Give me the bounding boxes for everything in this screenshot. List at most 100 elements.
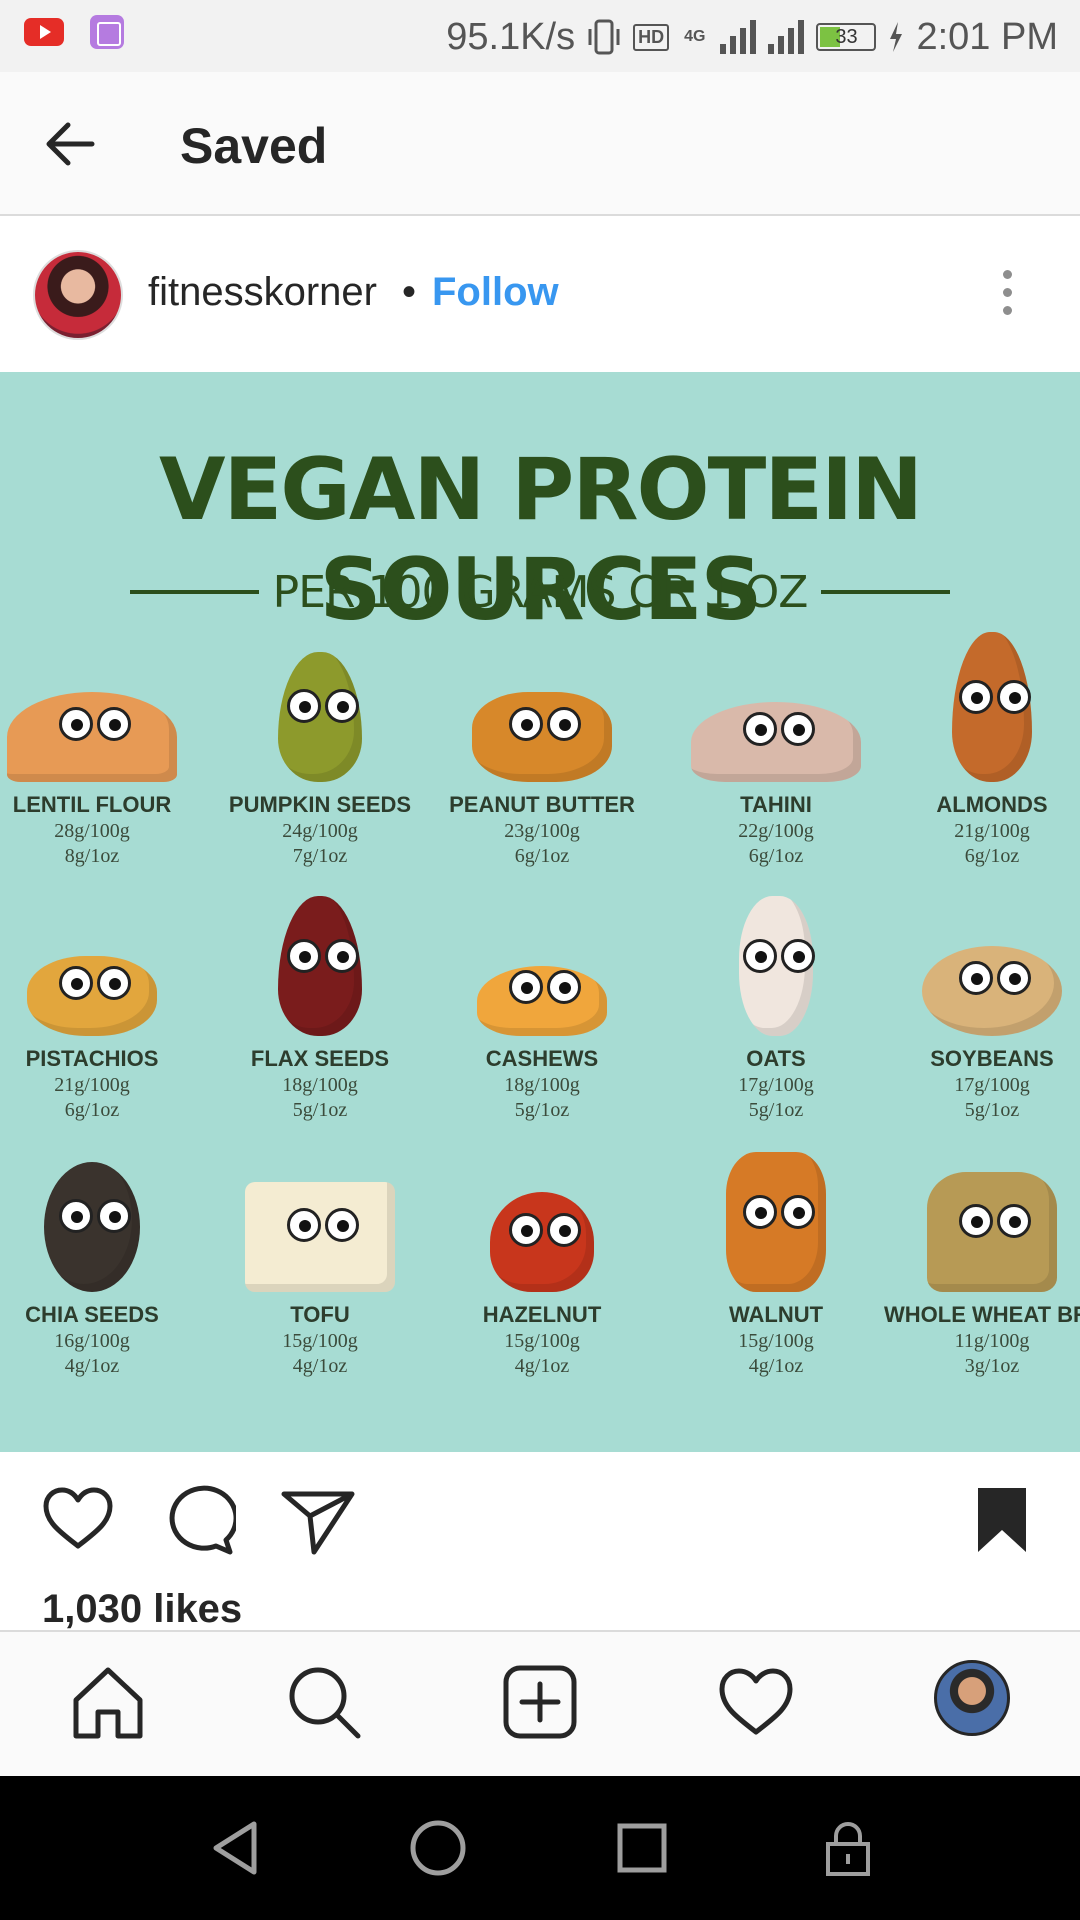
protein-per-100g: 21g/100g <box>54 1074 130 1096</box>
food-character-illustration <box>467 1162 617 1292</box>
food-character-illustration <box>701 896 851 1036</box>
protein-per-100g: 24g/100g <box>282 820 358 842</box>
food-character-illustration <box>245 652 395 782</box>
protein-item-name: LENTIL FLOUR <box>12 792 172 817</box>
protein-per-100g: 17g/100g <box>954 1074 1030 1096</box>
app-header: Saved <box>0 72 1080 216</box>
protein-per-oz: 5g/1oz <box>964 1099 1020 1121</box>
infographic-subtitle-row: PER 100 GRAMS OR 1 OZ <box>130 562 951 622</box>
food-character-illustration <box>467 652 617 782</box>
protein-item: WALNUT 15g/100g 4g/1oz <box>668 1152 884 1378</box>
add-post-icon[interactable] <box>500 1662 580 1742</box>
signal-icon <box>720 20 757 54</box>
protein-item-name: HAZELNUT <box>482 1302 602 1327</box>
infographic-subtitle: PER 100 GRAMS OR 1 OZ <box>272 566 809 618</box>
follow-button[interactable]: Follow <box>432 270 559 315</box>
protein-item-name: PUMPKIN SEEDS <box>228 792 412 817</box>
protein-per-oz: 5g/1oz <box>748 1099 804 1121</box>
post-image[interactable]: VEGAN PROTEIN SOURCES PER 100 GRAMS OR 1… <box>0 372 1080 1452</box>
more-vertical-icon[interactable] <box>992 270 1022 322</box>
protein-item-name: PISTACHIOS <box>25 1046 159 1071</box>
battery-icon: 33 <box>816 23 877 51</box>
food-character-illustration <box>17 906 167 1036</box>
protein-per-100g: 18g/100g <box>504 1074 580 1096</box>
charging-icon <box>890 22 903 52</box>
protein-per-100g: 15g/100g <box>738 1330 814 1352</box>
protein-item-name: TAHINI <box>740 792 812 817</box>
arrow-left-icon[interactable] <box>40 114 100 174</box>
food-character-illustration <box>917 906 1067 1036</box>
food-character-illustration <box>245 1162 395 1292</box>
protein-item-name: SOYBEANS <box>930 1046 1054 1071</box>
avatar[interactable] <box>33 250 123 340</box>
food-character-illustration <box>917 632 1067 782</box>
share-icon[interactable] <box>280 1482 356 1558</box>
food-character-illustration <box>7 652 177 782</box>
bookmark-icon[interactable] <box>964 1482 1040 1558</box>
protein-item: PUMPKIN SEEDS 24g/100g 7g/1oz <box>212 652 428 868</box>
protein-per-oz: 3g/1oz <box>964 1355 1020 1377</box>
home-circle-icon[interactable] <box>408 1818 468 1878</box>
protein-item: CASHEWS 18g/100g 5g/1oz <box>434 906 650 1122</box>
protein-per-oz: 4g/1oz <box>64 1355 120 1377</box>
food-character-illustration <box>17 1162 167 1292</box>
protein-per-oz: 4g/1oz <box>514 1355 570 1377</box>
food-character-illustration <box>691 652 861 782</box>
protein-item: LENTIL FLOUR 28g/100g 8g/1oz <box>0 652 200 868</box>
protein-item: SOYBEANS 17g/100g 5g/1oz <box>884 906 1080 1122</box>
food-character-illustration <box>917 1162 1067 1292</box>
protein-per-100g: 22g/100g <box>738 820 814 842</box>
post-header: fitnesskorner • Follow <box>0 218 1080 370</box>
protein-item: TAHINI 22g/100g 6g/1oz <box>668 652 884 868</box>
activity-heart-icon[interactable] <box>716 1662 796 1742</box>
protein-item-name: CHIA SEEDS <box>25 1302 159 1327</box>
protein-per-100g: 16g/100g <box>54 1330 130 1352</box>
hd-badge: HD <box>633 23 670 51</box>
home-icon[interactable] <box>68 1662 148 1742</box>
back-triangle-icon[interactable] <box>206 1818 266 1878</box>
battery-level: 33 <box>835 26 858 48</box>
protein-item: TOFU 15g/100g 4g/1oz <box>212 1162 428 1378</box>
protein-per-100g: 15g/100g <box>282 1330 358 1352</box>
system-nav-bar <box>0 1776 1080 1920</box>
status-bar: 95.1K/s HD 4G 33 2:01 PM <box>0 0 1080 72</box>
clock: 2:01 PM <box>916 15 1058 58</box>
comment-icon[interactable] <box>160 1482 236 1558</box>
youtube-icon <box>24 18 64 46</box>
protein-item: PEANUT BUTTER 23g/100g 6g/1oz <box>434 652 650 868</box>
protein-item: PISTACHIOS 21g/100g 6g/1oz <box>0 906 200 1122</box>
protein-per-oz: 4g/1oz <box>292 1355 348 1377</box>
food-character-illustration <box>245 896 395 1036</box>
protein-per-oz: 7g/1oz <box>292 845 348 867</box>
protein-item-name: WHOLE WHEAT BRE <box>884 1302 1080 1327</box>
protein-per-100g: 17g/100g <box>738 1074 814 1096</box>
protein-item: HAZELNUT 15g/100g 4g/1oz <box>434 1162 650 1378</box>
search-icon[interactable] <box>284 1662 364 1742</box>
protein-per-100g: 21g/100g <box>954 820 1030 842</box>
heart-icon[interactable] <box>40 1482 116 1558</box>
separator-dot: • <box>402 270 417 314</box>
gallery-icon <box>90 15 124 49</box>
protein-item-name: PEANUT BUTTER <box>449 792 635 817</box>
protein-per-oz: 5g/1oz <box>292 1099 348 1121</box>
lock-icon[interactable] <box>818 1818 878 1878</box>
protein-per-oz: 6g/1oz <box>748 845 804 867</box>
protein-item: OATS 17g/100g 5g/1oz <box>668 896 884 1122</box>
food-character-illustration <box>467 906 617 1036</box>
protein-per-oz: 8g/1oz <box>64 845 120 867</box>
protein-item-name: WALNUT <box>728 1302 824 1327</box>
network-speed: 95.1K/s <box>446 15 576 58</box>
profile-avatar[interactable] <box>934 1660 1010 1736</box>
vibrate-icon <box>588 19 620 55</box>
food-character-illustration <box>701 1152 851 1292</box>
protein-per-oz: 6g/1oz <box>64 1099 120 1121</box>
likes-count[interactable]: 1,030 likes <box>42 1587 242 1632</box>
protein-item: ALMONDS 21g/100g 6g/1oz <box>884 632 1080 868</box>
protein-item: FLAX SEEDS 18g/100g 5g/1oz <box>212 896 428 1122</box>
protein-per-100g: 23g/100g <box>504 820 580 842</box>
protein-item-name: FLAX SEEDS <box>250 1046 390 1071</box>
recents-square-icon[interactable] <box>612 1818 672 1878</box>
post-username[interactable]: fitnesskorner <box>148 270 377 315</box>
post-actions: 1,030 likes <box>0 1452 1080 1632</box>
protein-item-name: CASHEWS <box>485 1046 599 1071</box>
